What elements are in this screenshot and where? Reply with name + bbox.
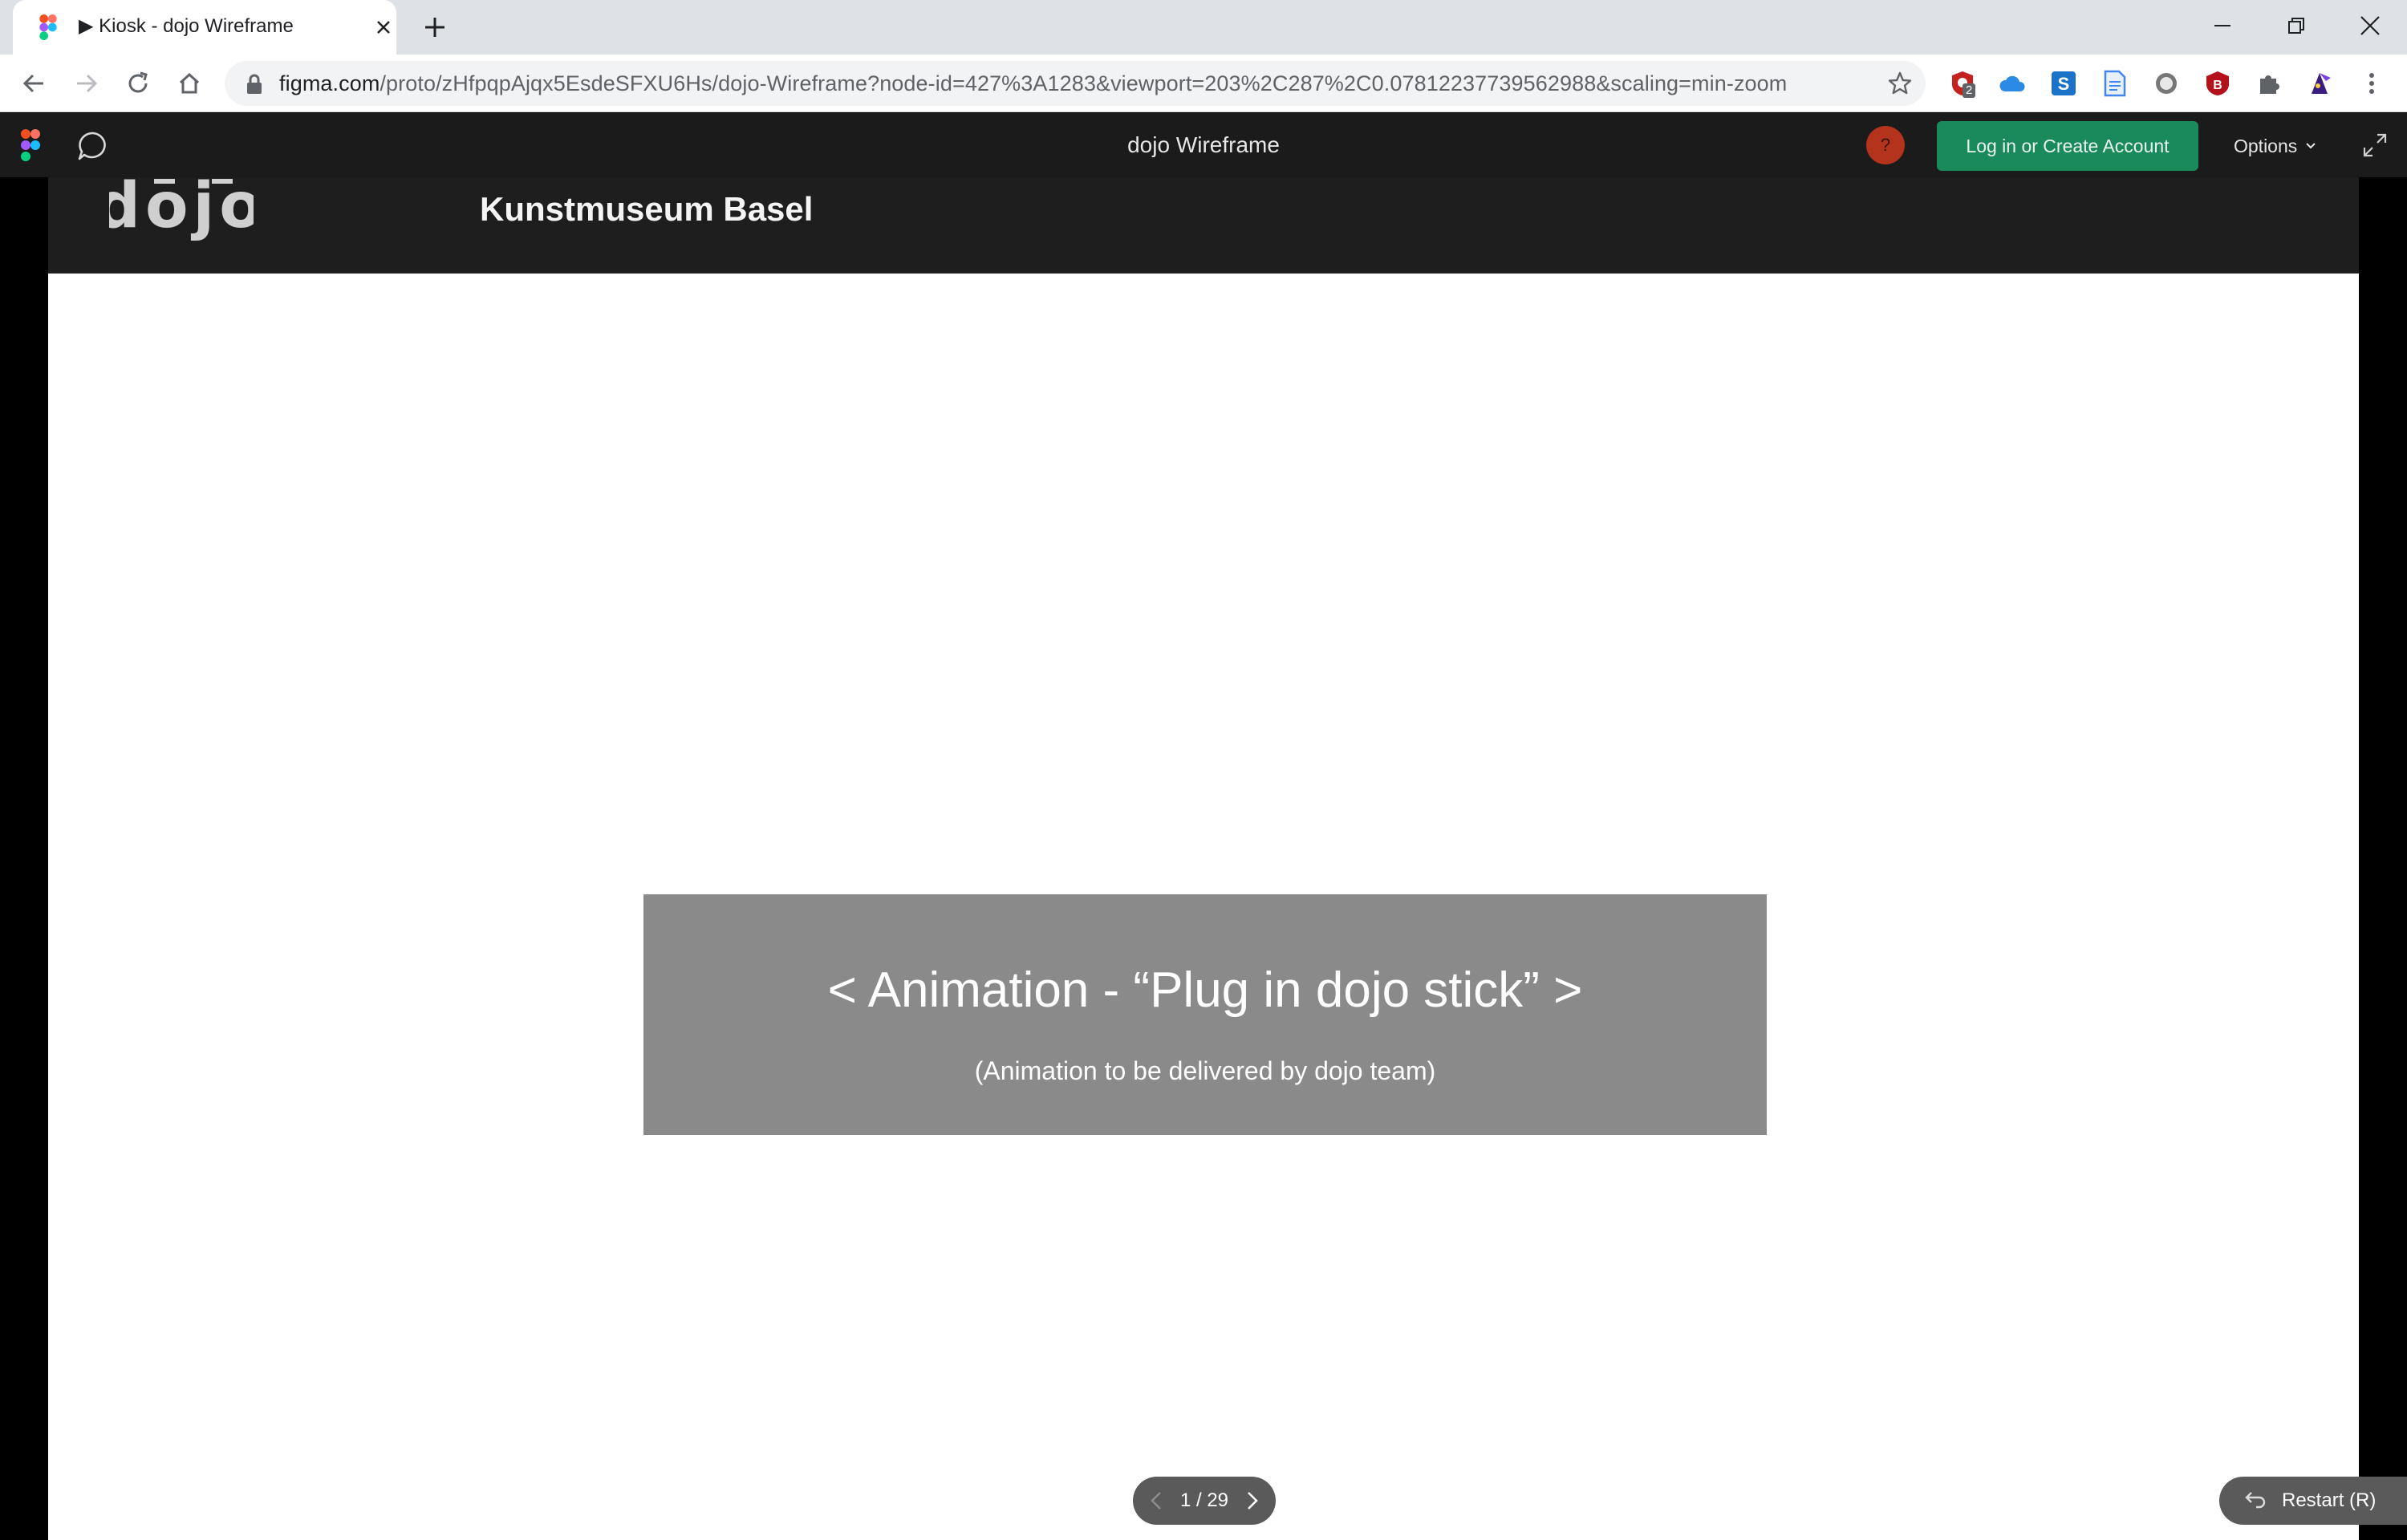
expand-icon[interactable] bbox=[2362, 132, 2388, 158]
extension-docs[interactable] bbox=[2101, 69, 2129, 98]
viewer-toolbar: dojo Wireframe ? Log in or Create Accoun… bbox=[0, 113, 2407, 177]
svg-text:dojo: dojo bbox=[109, 177, 254, 242]
s-app-icon: S bbox=[2052, 71, 2076, 95]
home-icon bbox=[179, 72, 200, 94]
wizard-icon bbox=[2312, 73, 2331, 94]
star-icon[interactable] bbox=[1887, 71, 1913, 96]
page-navigator: 1 / 29 bbox=[1133, 1477, 1276, 1525]
browser-tab[interactable]: ▶ Kiosk - dojo Wireframe bbox=[13, 0, 396, 55]
home-button[interactable] bbox=[172, 66, 207, 101]
chevron-left-icon[interactable] bbox=[1141, 1485, 1173, 1517]
cloud-icon bbox=[1999, 75, 2025, 91]
maximize-button[interactable] bbox=[2259, 0, 2333, 51]
extension-onedrive[interactable] bbox=[1998, 69, 2027, 98]
back-button[interactable] bbox=[16, 66, 51, 101]
svg-text:S: S bbox=[2058, 74, 2070, 94]
chevron-right-icon[interactable] bbox=[1236, 1485, 1268, 1517]
options-button[interactable]: Options bbox=[2234, 121, 2330, 171]
minimize-button[interactable] bbox=[2186, 0, 2259, 51]
animation-placeholder: < Animation - “Plug in dojo stick” > (An… bbox=[643, 894, 1767, 1135]
minimize-icon bbox=[2214, 25, 2230, 26]
extension-s[interactable]: S bbox=[2049, 69, 2078, 98]
login-button[interactable]: Log in or Create Account bbox=[1937, 121, 2198, 171]
tab-strip: ▶ Kiosk - dojo Wireframe bbox=[0, 0, 2407, 55]
extensions-menu[interactable] bbox=[2255, 69, 2283, 98]
placeholder-title: < Animation - “Plug in dojo stick” > bbox=[827, 962, 1583, 1018]
browser-menu[interactable] bbox=[2357, 69, 2386, 98]
extension-b[interactable]: B bbox=[2203, 69, 2232, 98]
extension-circle[interactable] bbox=[2152, 69, 2181, 98]
extension-badge: 2 bbox=[1963, 83, 1976, 98]
lock-icon[interactable] bbox=[246, 74, 263, 95]
window-close-button[interactable] bbox=[2333, 0, 2407, 51]
window-close-icon bbox=[2360, 16, 2380, 35]
dojo-logo: dojo bbox=[109, 177, 254, 242]
plus-icon[interactable] bbox=[419, 11, 451, 43]
restart-button[interactable]: Restart (R) bbox=[2219, 1477, 2407, 1525]
url-host: figma.com bbox=[279, 71, 380, 95]
placeholder-subtitle: (Animation to be delivered by dojo team) bbox=[974, 1056, 1436, 1085]
museum-name: Kunstmuseum Basel bbox=[480, 190, 814, 228]
forward-button[interactable] bbox=[69, 66, 104, 101]
b-shield-icon: B bbox=[2206, 71, 2229, 95]
kiosk-header: dojo Kunstmuseum Basel bbox=[48, 177, 2359, 274]
forward-arrow-icon bbox=[77, 74, 98, 93]
url-path: /proto/zHfpqpAjqx5EsdeSFXU6Hs/dojo-Wiref… bbox=[380, 71, 1788, 95]
chevron-down-icon bbox=[2306, 143, 2316, 149]
close-icon[interactable] bbox=[371, 14, 396, 40]
document-icon bbox=[2104, 70, 2126, 97]
extension-ublock[interactable]: 2 bbox=[1948, 69, 1977, 98]
page-indicator: 1 / 29 bbox=[1179, 1489, 1229, 1511]
maximize-icon bbox=[2288, 18, 2304, 34]
prototype-frame[interactable]: dojo Kunstmuseum Basel < Animation - “Pl… bbox=[48, 177, 2359, 1540]
reload-icon bbox=[128, 71, 148, 93]
tab-title: ▶ Kiosk - dojo Wireframe bbox=[79, 15, 294, 37]
circle-icon bbox=[2156, 73, 2177, 94]
restart-label: Restart (R) bbox=[2282, 1489, 2377, 1511]
options-label: Options bbox=[2234, 136, 2298, 156]
extension-wizard[interactable] bbox=[2306, 69, 2335, 98]
address-bar[interactable]: figma.com/proto/zHfpqpAjqx5EsdeSFXU6Hs/d… bbox=[225, 61, 1926, 106]
svg-text:B: B bbox=[2213, 79, 2222, 92]
restart-icon bbox=[2245, 1492, 2266, 1509]
browser-toolbar: figma.com/proto/zHfpqpAjqx5EsdeSFXU6Hs/d… bbox=[0, 55, 2407, 112]
back-arrow-icon bbox=[22, 74, 43, 93]
more-vertical-icon bbox=[2369, 73, 2374, 94]
url-text[interactable]: figma.com/proto/zHfpqpAjqx5EsdeSFXU6Hs/d… bbox=[279, 61, 1787, 106]
puzzle-icon bbox=[2260, 75, 2279, 94]
reload-button[interactable] bbox=[120, 66, 156, 101]
figma-favicon-icon bbox=[39, 14, 57, 40]
prototype-viewer: dojo Wireframe ? Log in or Create Accoun… bbox=[0, 113, 2407, 1540]
help-button[interactable]: ? bbox=[1866, 126, 1905, 164]
